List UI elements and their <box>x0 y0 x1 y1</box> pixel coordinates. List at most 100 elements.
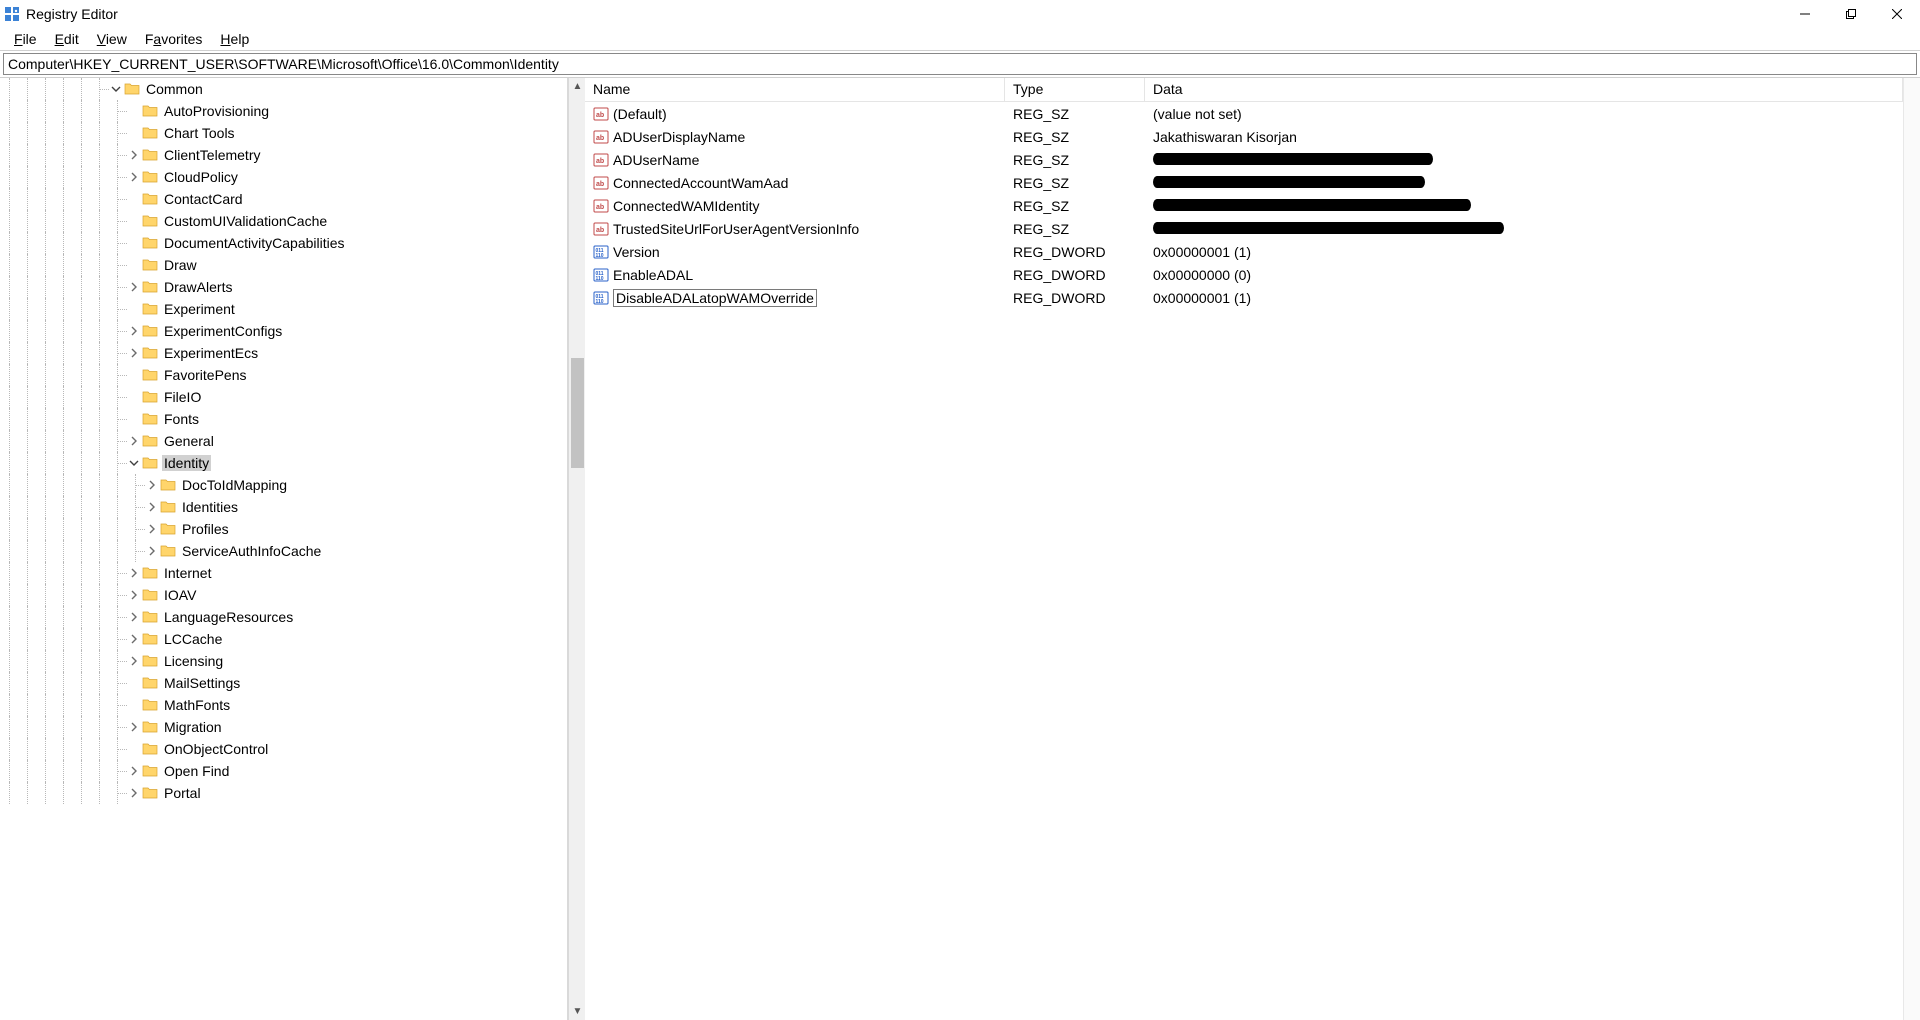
chevron-right-icon[interactable] <box>126 345 142 361</box>
folder-icon <box>142 301 158 317</box>
tree-item[interactable]: ExperimentEcs <box>0 342 567 364</box>
tree-item[interactable]: ClientTelemetry <box>0 144 567 166</box>
tree-item[interactable]: MailSettings <box>0 672 567 694</box>
value-row[interactable]: ADUserDisplayNameREG_SZJakathiswaran Kis… <box>585 125 1903 148</box>
col-data[interactable]: Data <box>1145 78 1903 101</box>
chevron-right-icon[interactable] <box>126 147 142 163</box>
scroll-up-icon[interactable]: ▲ <box>569 78 586 95</box>
chevron-right-icon[interactable] <box>144 521 160 537</box>
tree-item[interactable]: IOAV <box>0 584 567 606</box>
value-row[interactable]: TrustedSiteUrlForUserAgentVersionInfoREG… <box>585 217 1903 240</box>
chevron-right-icon[interactable] <box>144 477 160 493</box>
tree-item-label: ClientTelemetry <box>162 147 262 163</box>
chevron-down-icon[interactable] <box>126 455 142 471</box>
tree-item[interactable]: AutoProvisioning <box>0 100 567 122</box>
tree-item[interactable]: Migration <box>0 716 567 738</box>
value-rename-input[interactable]: DisableADALatopWAMOverride <box>613 289 817 307</box>
tree-item[interactable]: ExperimentConfigs <box>0 320 567 342</box>
tree-item[interactable]: LCCache <box>0 628 567 650</box>
col-name[interactable]: Name <box>585 78 1005 101</box>
tree-scrollbar[interactable]: ▲ ▼ <box>568 78 585 1020</box>
tree-item[interactable]: Common <box>0 78 567 100</box>
chevron-right-icon[interactable] <box>126 719 142 735</box>
chevron-right-icon[interactable] <box>126 279 142 295</box>
address-input[interactable] <box>3 53 1917 75</box>
tree-item[interactable]: LanguageResources <box>0 606 567 628</box>
expander-placeholder <box>126 125 142 141</box>
tree-item[interactable]: DocToIdMapping <box>0 474 567 496</box>
tree-item[interactable]: Experiment <box>0 298 567 320</box>
value-data: Jakathiswaran Kisorjan <box>1145 129 1903 145</box>
expander-placeholder <box>126 191 142 207</box>
value-row[interactable]: VersionREG_DWORD0x00000001 (1) <box>585 240 1903 263</box>
chevron-right-icon[interactable] <box>126 631 142 647</box>
tree-item[interactable]: DrawAlerts <box>0 276 567 298</box>
tree-item[interactable]: Identity <box>0 452 567 474</box>
folder-icon <box>142 235 158 251</box>
menu-favorites[interactable]: Favorites <box>137 29 211 49</box>
tree-item[interactable]: CustomUIValidationCache <box>0 210 567 232</box>
value-row[interactable]: DisableADALatopWAMOverrideREG_DWORD0x000… <box>585 286 1903 309</box>
menu-view[interactable]: View <box>89 29 135 49</box>
regedit-icon <box>4 6 20 22</box>
value-type: REG_DWORD <box>1005 244 1145 260</box>
value-row[interactable]: ConnectedWAMIdentityREG_SZ <box>585 194 1903 217</box>
value-name: EnableADAL <box>613 267 693 283</box>
tree-item[interactable]: Fonts <box>0 408 567 430</box>
value-row[interactable]: ConnectedAccountWamAadREG_SZ <box>585 171 1903 194</box>
chevron-right-icon[interactable] <box>126 763 142 779</box>
menu-edit[interactable]: Edit <box>47 29 87 49</box>
tree-pane[interactable]: Common AutoProvisioning Chart Tools ClientT… <box>0 78 568 1020</box>
chevron-right-icon[interactable] <box>126 323 142 339</box>
tree-item-label: MathFonts <box>162 697 232 713</box>
value-row[interactable]: (Default)REG_SZ(value not set) <box>585 102 1903 125</box>
tree-item[interactable]: Portal <box>0 782 567 804</box>
tree-item[interactable]: DocumentActivityCapabilities <box>0 232 567 254</box>
chevron-right-icon[interactable] <box>126 169 142 185</box>
chevron-right-icon[interactable] <box>144 543 160 559</box>
chevron-right-icon[interactable] <box>126 785 142 801</box>
value-data: (value not set) <box>1145 106 1903 122</box>
tree-item[interactable]: General <box>0 430 567 452</box>
tree-item[interactable]: Chart Tools <box>0 122 567 144</box>
tree-item[interactable]: ContactCard <box>0 188 567 210</box>
chevron-right-icon[interactable] <box>126 433 142 449</box>
tree-item[interactable]: Identities <box>0 496 567 518</box>
col-type[interactable]: Type <box>1005 78 1145 101</box>
folder-icon <box>142 587 158 603</box>
chevron-right-icon[interactable] <box>144 499 160 515</box>
tree-item[interactable]: ServiceAuthInfoCache <box>0 540 567 562</box>
tree-item-label: Chart Tools <box>162 125 237 141</box>
chevron-right-icon[interactable] <box>126 587 142 603</box>
folder-icon <box>142 213 158 229</box>
value-row[interactable]: EnableADALREG_DWORD0x00000000 (0) <box>585 263 1903 286</box>
folder-icon <box>142 169 158 185</box>
values-pane[interactable]: Name Type Data (Default)REG_SZ(value not… <box>585 78 1903 1020</box>
tree-item[interactable]: Licensing <box>0 650 567 672</box>
scroll-down-icon[interactable]: ▼ <box>569 1003 586 1020</box>
tree-item[interactable]: MathFonts <box>0 694 567 716</box>
tree-item[interactable]: OnObjectControl <box>0 738 567 760</box>
tree-item-label: AutoProvisioning <box>162 103 271 119</box>
chevron-right-icon[interactable] <box>126 565 142 581</box>
chevron-right-icon[interactable] <box>126 653 142 669</box>
menu-file[interactable]: File <box>6 29 45 49</box>
values-scrollbar[interactable] <box>1903 78 1920 1020</box>
menubar: File Edit View Favorites Help <box>0 28 1920 50</box>
value-type: REG_SZ <box>1005 106 1145 122</box>
tree-item[interactable]: Internet <box>0 562 567 584</box>
maximize-button[interactable] <box>1828 0 1874 28</box>
tree-item[interactable]: Draw <box>0 254 567 276</box>
close-button[interactable] <box>1874 0 1920 28</box>
tree-item[interactable]: FileIO <box>0 386 567 408</box>
chevron-right-icon[interactable] <box>126 609 142 625</box>
tree-item[interactable]: FavoritePens <box>0 364 567 386</box>
value-row[interactable]: ADUserNameREG_SZ <box>585 148 1903 171</box>
minimize-button[interactable] <box>1782 0 1828 28</box>
tree-item[interactable]: Open Find <box>0 760 567 782</box>
tree-item[interactable]: Profiles <box>0 518 567 540</box>
chevron-down-icon[interactable] <box>108 81 124 97</box>
tree-item[interactable]: CloudPolicy <box>0 166 567 188</box>
scroll-thumb[interactable] <box>571 358 584 468</box>
menu-help[interactable]: Help <box>212 29 257 49</box>
